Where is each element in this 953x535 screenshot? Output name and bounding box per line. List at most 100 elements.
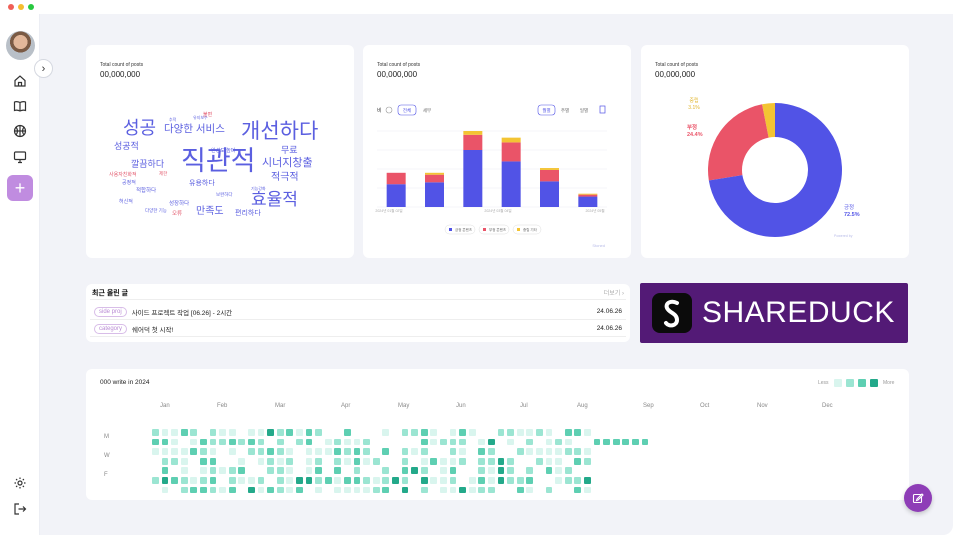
heatmap-cell[interactable]	[372, 457, 380, 465]
heatmap-cell[interactable]	[334, 467, 342, 475]
heatmap-cell[interactable]	[440, 467, 447, 475]
bar-segment[interactable]	[578, 194, 598, 197]
heatmap-cell[interactable]	[228, 477, 236, 484]
heatmap-cell[interactable]	[564, 448, 572, 455]
heatmap-cell[interactable]	[440, 457, 447, 465]
heatmap-cell[interactable]	[536, 429, 543, 436]
heatmap-cell[interactable]	[536, 448, 543, 455]
heatmap-cell[interactable]	[238, 477, 246, 484]
heatmap-cell[interactable]	[334, 477, 342, 484]
heatmap-cell[interactable]	[507, 438, 514, 446]
heatmap-cell[interactable]	[478, 467, 486, 475]
heatmap-cell[interactable]	[305, 457, 313, 465]
heatmap-cell[interactable]	[180, 429, 188, 436]
heatmap-cell[interactable]	[401, 448, 409, 455]
heatmap-cell[interactable]	[257, 477, 265, 484]
bar-segment[interactable]	[501, 137, 521, 143]
heatmap-cell[interactable]	[401, 486, 409, 494]
heatmap-cell[interactable]	[363, 477, 370, 484]
heatmap-cell[interactable]	[478, 438, 486, 446]
heatmap-cell[interactable]	[353, 467, 361, 475]
heatmap-cell[interactable]	[420, 486, 428, 494]
post-tag[interactable]: side proj	[94, 306, 127, 317]
heatmap-cell[interactable]	[209, 429, 217, 436]
heatmap-cell[interactable]	[200, 486, 207, 494]
heatmap-cell[interactable]	[555, 477, 562, 484]
heatmap-cell[interactable]	[276, 486, 284, 494]
heatmap-cell[interactable]	[344, 457, 351, 465]
heatmap-cell[interactable]	[228, 438, 236, 446]
heatmap-cell[interactable]	[507, 467, 514, 475]
heatmap-cell[interactable]	[267, 457, 274, 465]
heatmap-cell[interactable]	[488, 486, 495, 494]
heatmap-cell[interactable]	[603, 438, 610, 446]
minimize-dot[interactable]	[18, 4, 24, 10]
heatmap-cell[interactable]	[574, 448, 582, 455]
heatmap-cell[interactable]	[180, 477, 188, 484]
heatmap-cell[interactable]	[401, 457, 409, 465]
heatmap-cell[interactable]	[276, 477, 284, 484]
heatmap-cell[interactable]	[180, 486, 188, 494]
heatmap-cell[interactable]	[478, 448, 486, 455]
heatmap-cell[interactable]	[276, 448, 284, 455]
heatmap-cell[interactable]	[363, 438, 370, 446]
post-tag[interactable]: category	[94, 323, 128, 334]
heatmap-cell[interactable]	[353, 486, 361, 494]
heatmap-cell[interactable]	[257, 486, 265, 494]
period-daily-label[interactable]: 일별	[580, 107, 588, 113]
bar-segment[interactable]	[540, 169, 559, 182]
bar-segment[interactable]	[501, 142, 521, 162]
heatmap-cell[interactable]	[296, 438, 303, 446]
post-row[interactable]: category 쉐어덕 첫 시작! 24.06.26	[90, 321, 626, 337]
bar-segment[interactable]	[425, 182, 444, 207]
heatmap-cell[interactable]	[209, 486, 217, 494]
heatmap-cell[interactable]	[344, 486, 351, 494]
heatmap-cell[interactable]	[507, 457, 514, 465]
heatmap-cell[interactable]	[248, 477, 255, 484]
heatmap-cell[interactable]	[152, 448, 159, 455]
heatmap-cell[interactable]	[545, 429, 553, 436]
heatmap-cell[interactable]	[564, 477, 572, 484]
heatmap-cell[interactable]	[468, 429, 476, 436]
heatmap-cell[interactable]	[411, 448, 418, 455]
heatmap-cell[interactable]	[516, 486, 524, 494]
heatmap-cell[interactable]	[401, 467, 409, 475]
heatmap-cell[interactable]	[632, 438, 639, 446]
heatmap-cell[interactable]	[219, 438, 226, 446]
heatmap-cell[interactable]	[161, 486, 169, 494]
heatmap-cell[interactable]	[228, 467, 236, 475]
heatmap-cell[interactable]	[593, 438, 601, 446]
heatmap-cell[interactable]	[430, 457, 438, 465]
heatmap-cell[interactable]	[209, 467, 217, 475]
heatmap-cell[interactable]	[411, 429, 418, 436]
heatmap-cell[interactable]	[622, 438, 630, 446]
heatmap-cell[interactable]	[420, 448, 428, 455]
heatmap-cell[interactable]	[516, 448, 524, 455]
heatmap-cell[interactable]	[305, 467, 313, 475]
heatmap-cell[interactable]	[488, 457, 495, 465]
heatmap-cell[interactable]	[257, 438, 265, 446]
heatmap-cell[interactable]	[334, 448, 342, 455]
heatmap-cell[interactable]	[382, 467, 390, 475]
heatmap-cell[interactable]	[516, 477, 524, 484]
heatmap-cell[interactable]	[555, 448, 562, 455]
heatmap-cell[interactable]	[420, 467, 428, 475]
bar-segment[interactable]	[578, 193, 598, 195]
zoom-dot[interactable]	[28, 4, 34, 10]
heatmap-cell[interactable]	[353, 457, 361, 465]
heatmap-cell[interactable]	[497, 457, 505, 465]
heatmap-cell[interactable]	[468, 486, 476, 494]
heatmap-cell[interactable]	[257, 429, 265, 436]
heatmap-cell[interactable]	[248, 438, 255, 446]
heatmap-cell[interactable]	[430, 429, 438, 436]
heatmap-cell[interactable]	[497, 429, 505, 436]
heatmap-cell[interactable]	[449, 477, 457, 484]
heatmap-cell[interactable]	[180, 457, 188, 465]
heatmap-cell[interactable]	[152, 438, 159, 446]
heatmap-cell[interactable]	[161, 429, 169, 436]
heatmap-cell[interactable]	[545, 438, 553, 446]
heatmap-cell[interactable]	[267, 486, 274, 494]
post-title[interactable]: 사이드 프로젝트 작업 [06.26] - 2시간	[132, 307, 597, 317]
heatmap-cell[interactable]	[449, 467, 457, 475]
heatmap-cell[interactable]	[315, 477, 322, 484]
